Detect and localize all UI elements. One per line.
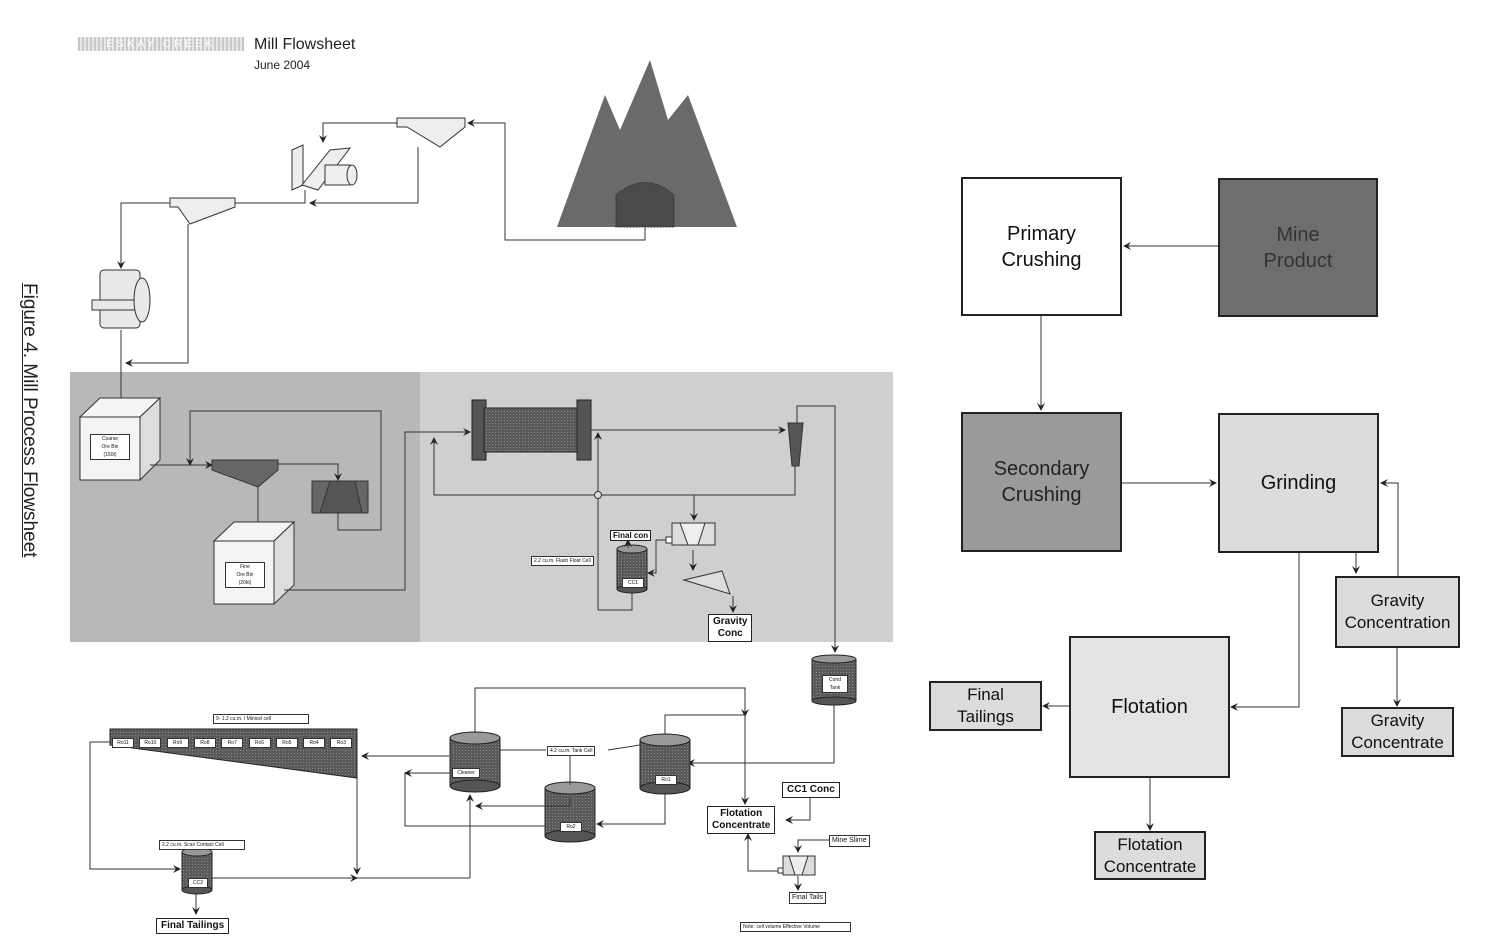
label-line: Primary (1007, 222, 1076, 245)
minicell-ro6: Ro6 (248, 738, 271, 748)
final-tailings-box: Final Tailings (929, 681, 1042, 731)
cleaner-label: Cleaner (452, 768, 480, 778)
gravity-concentrator-icon (665, 522, 716, 546)
label-line: Crushing (1001, 484, 1082, 506)
mine-mountain-icon (557, 60, 737, 228)
cc1-label: CC1 (622, 578, 644, 588)
cc2-label: CC2 (188, 878, 208, 888)
label-line: Grinding (1260, 472, 1337, 494)
gravity-concentrate-box: Gravity Concentrate (1341, 707, 1454, 757)
fine-ore-bin-label: Fine Ore Bin (20kt) (225, 562, 265, 588)
minicell-ro8: Ro8 (193, 738, 216, 748)
ro1-label: Ro1 (655, 775, 677, 785)
minicell-ro9: Ro9 (166, 738, 189, 748)
flash-float-cell-label: 2.2 cu.m. Flash Float Cell (531, 556, 594, 566)
note-label: Note: cell volume Effective Volume (740, 922, 851, 932)
ro1-tank (639, 733, 691, 795)
ball-mill-icon (471, 399, 592, 461)
ro2-tank (544, 781, 596, 843)
label-line: Secondary (993, 458, 1090, 480)
coarse-ore-bin-label: Coarse Ore Bin (150t) (90, 434, 130, 460)
label-line: Gravity (1370, 591, 1425, 610)
flow-line (744, 833, 778, 872)
tank-cell-label: 4.2 cu.m. Tank Cell (547, 746, 596, 756)
flow-line (687, 705, 835, 767)
minicell-ro4: Ro4 (303, 738, 326, 748)
secondary-crusher-icon (311, 480, 369, 514)
gravity-conc-label: Gravity Conc (708, 614, 753, 642)
minicell-bank (109, 728, 358, 779)
label-line: Final (967, 685, 1004, 704)
flow-line (117, 202, 170, 269)
label-line: Flotation (1117, 834, 1183, 854)
label-line: Cond (829, 677, 841, 683)
screen-icon (169, 197, 236, 225)
minicell-ro11: Ro11 (112, 738, 134, 748)
flow-line (474, 687, 749, 733)
minicell-ro10: Ro10 (139, 738, 162, 748)
flow-line (607, 744, 641, 751)
label-line: Concentration (1344, 613, 1451, 632)
flow-line (319, 122, 397, 143)
label-line: Coarse (101, 436, 119, 442)
grinding-box: Grinding (1218, 413, 1379, 553)
secondary-crushing-box: Secondary Crushing (961, 412, 1122, 552)
slime-separator-icon (777, 855, 816, 876)
minicell-ro5: Ro5 (275, 738, 298, 748)
flow-line (794, 839, 829, 853)
cc1-conc-label: CC1 Conc (782, 782, 840, 798)
flotation-box: Flotation (1069, 636, 1230, 778)
label-line: Mine (1276, 223, 1320, 246)
label-line: Product (1263, 249, 1333, 272)
gravity-concentration-box: Gravity Concentration (1335, 576, 1460, 648)
jaw-crusher-icon (291, 144, 358, 191)
cleaner-tank (449, 731, 501, 793)
label-line: Gravity (1370, 711, 1425, 730)
final-tails-label: Final Tails (789, 892, 826, 904)
minicell-label: 9- 1.2 cu.m. / Minicel cell (213, 714, 309, 724)
label-line: Crushing (1001, 248, 1082, 271)
label-line: Tailings (957, 707, 1014, 726)
cone-crusher-icon (91, 269, 151, 329)
junction-node (594, 491, 602, 499)
label-line: Gravity (713, 616, 748, 627)
minicell-ro7: Ro7 (221, 738, 244, 748)
ro2-label: Ro2 (560, 822, 582, 832)
label-line: Ore Bin (101, 444, 119, 450)
mine-slime-label: Mine Slime (829, 835, 870, 847)
screen-icon (396, 117, 466, 148)
flotation-concentrate-box: Flotation Concentrate (1094, 831, 1206, 880)
final-tailings-label: Final Tailings (156, 918, 230, 934)
flow-arrow (1230, 552, 1300, 711)
flow-line (785, 796, 811, 824)
label-line: Tank (829, 685, 841, 691)
label-line: Flotation (720, 808, 763, 819)
minicell-ro3: Ro3 (330, 738, 353, 748)
label-line: Concentrate (712, 820, 771, 831)
label-line: Conc (717, 628, 743, 639)
label-line: (150t) (103, 452, 117, 458)
label-line: Fine (240, 564, 250, 570)
flotation-concentrate-label: Flotation Concentrate (707, 806, 776, 834)
flow-line (596, 794, 666, 828)
primary-crushing-box: Primary Crushing (961, 177, 1122, 316)
label-line: (20kt) (238, 580, 252, 586)
label-line: Concentrate (1351, 733, 1444, 752)
contact-cell-label: 2.2 cu.m. Scav Contact Cell (159, 840, 245, 850)
final-con-label: Final con (610, 530, 652, 541)
label-line: Ore Bin (236, 572, 254, 578)
mine-product-box: Mine Product (1218, 178, 1378, 317)
label-line: Concentrate (1103, 856, 1197, 876)
flow-arrow (1380, 479, 1399, 576)
label-line: Flotation (1111, 696, 1188, 718)
cond-tank-label: Cond Tank (822, 675, 848, 693)
